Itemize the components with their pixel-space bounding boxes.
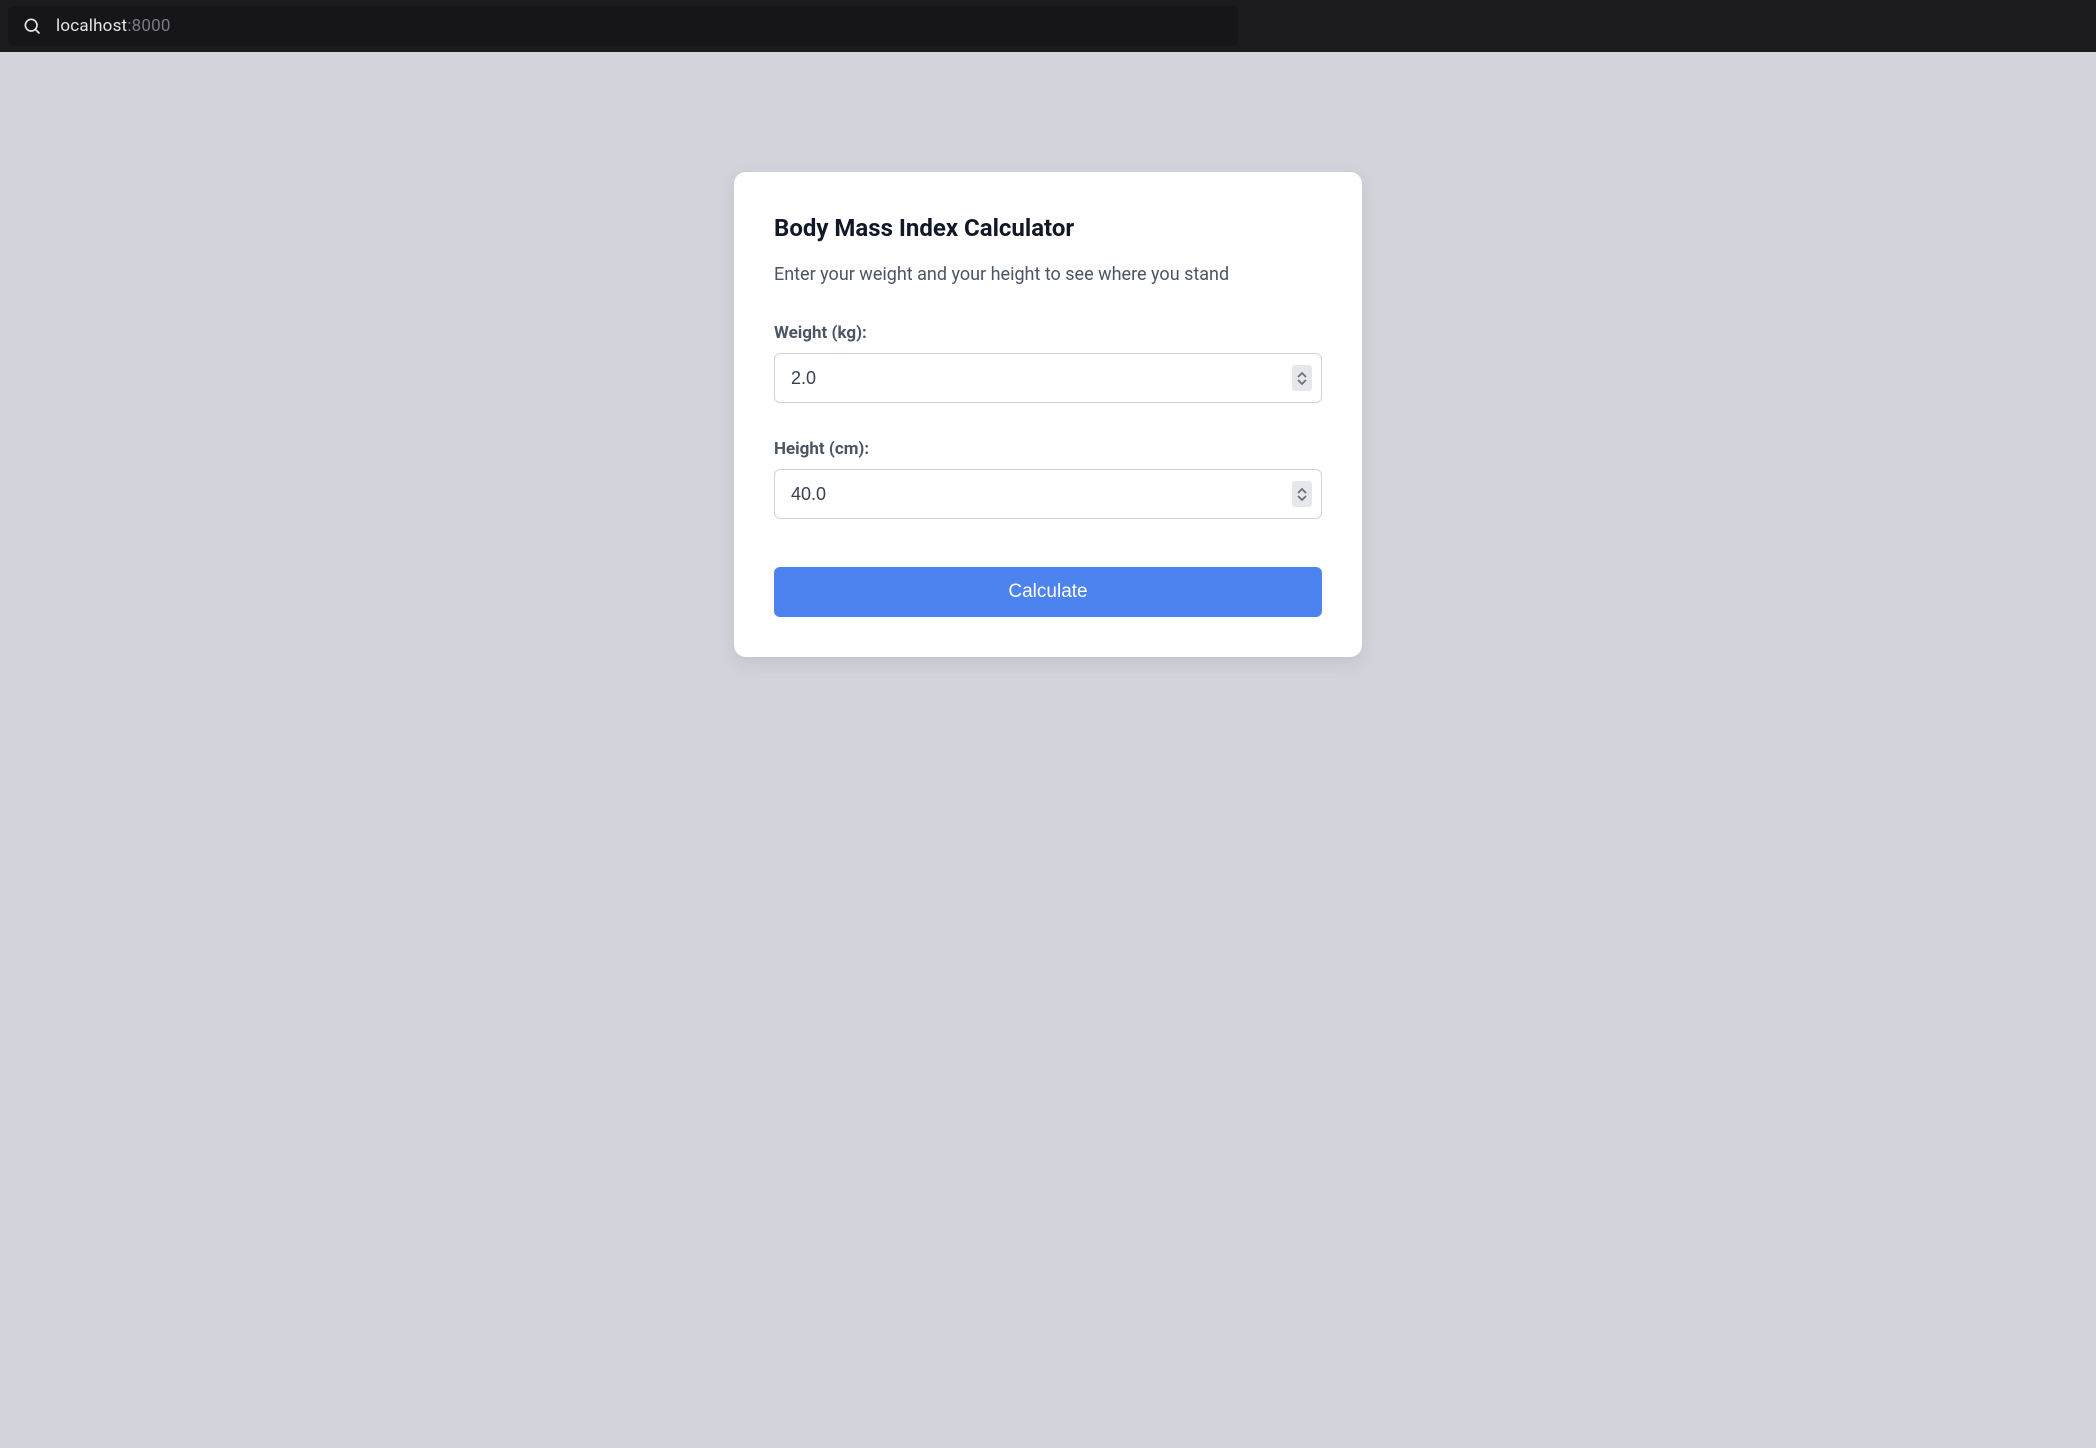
page-subtitle: Enter your weight and your height to see…	[774, 264, 1322, 285]
page-area: Body Mass Index Calculator Enter your we…	[0, 52, 2096, 657]
bmi-card: Body Mass Index Calculator Enter your we…	[734, 172, 1362, 657]
page-title: Body Mass Index Calculator	[774, 214, 1322, 242]
weight-input[interactable]	[774, 353, 1322, 403]
height-input[interactable]	[774, 469, 1322, 519]
height-stepper[interactable]	[1292, 481, 1312, 507]
weight-label: Weight (kg):	[774, 323, 1322, 343]
weight-stepper[interactable]	[1292, 365, 1312, 391]
chevron-up-icon	[1297, 372, 1307, 378]
address-bar[interactable]: localhost:8000	[8, 6, 1238, 46]
search-icon	[22, 16, 42, 36]
height-input-wrap	[774, 469, 1322, 519]
url-port: :8000	[127, 16, 170, 36]
height-field: Height (cm):	[774, 439, 1322, 519]
height-label: Height (cm):	[774, 439, 1322, 459]
chevron-down-icon	[1297, 379, 1307, 385]
chevron-down-icon	[1297, 495, 1307, 501]
browser-chrome: localhost:8000	[0, 0, 2096, 52]
weight-input-wrap	[774, 353, 1322, 403]
weight-field: Weight (kg):	[774, 323, 1322, 403]
chevron-up-icon	[1297, 488, 1307, 494]
url-host: localhost	[56, 16, 127, 36]
calculate-button[interactable]: Calculate	[774, 567, 1322, 617]
url-text: localhost:8000	[56, 16, 171, 36]
